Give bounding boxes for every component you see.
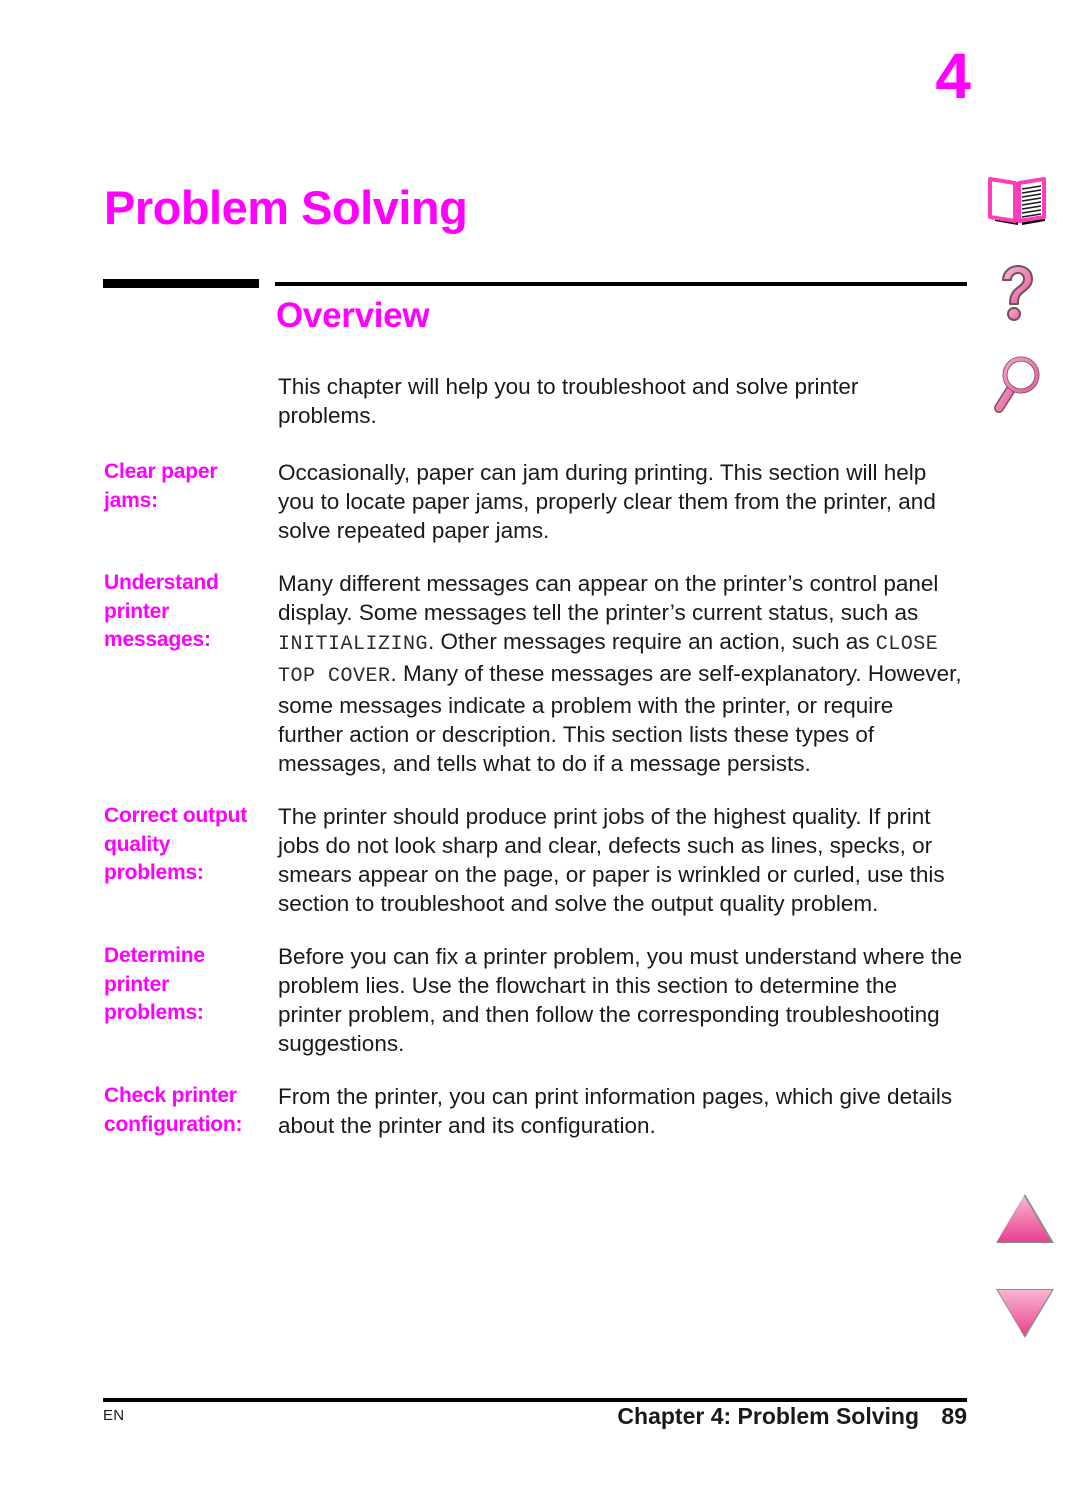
definition-row-clear-paper-jams: Clear paper jams: Occasionally, paper ca…	[104, 458, 964, 545]
definition-term: Determine printer problems:	[104, 944, 205, 1024]
definition-row-check-printer-configuration: Check printer configuration: From the pr…	[104, 1082, 964, 1140]
definition-term: Understand printer messages:	[104, 571, 219, 651]
definition-description: Before you can fix a printer problem, yo…	[278, 944, 963, 1056]
definition-row-correct-output-quality-problems: Correct output quality problems: The pri…	[104, 802, 964, 918]
definition-description: The printer should produce print jobs of…	[278, 804, 945, 916]
open-book-icon[interactable]	[985, 172, 1049, 236]
section-heading: Overview	[276, 296, 430, 335]
definition-description: From the printer, you can print informat…	[278, 1084, 953, 1138]
page-title: Problem Solving	[104, 181, 468, 234]
magnifying-glass-icon[interactable]	[985, 352, 1049, 416]
footer-language: EN	[103, 1407, 125, 1424]
triangle-up-icon[interactable]	[994, 1192, 1056, 1246]
heading-rule-thick	[103, 279, 259, 288]
main-content: This chapter will help you to troublesho…	[104, 372, 964, 1140]
lcd-message-initializing: INITIALIZING	[278, 633, 429, 656]
intro-paragraph: This chapter will help you to troublesho…	[278, 374, 859, 428]
description-segment: . Other messages require an action, such…	[428, 629, 876, 654]
navigation-icon-group	[985, 172, 1065, 442]
footer-rule	[103, 1398, 967, 1402]
definition-term: Clear paper jams:	[104, 460, 218, 512]
footer-chapter-label: Chapter 4: Problem Solving	[617, 1403, 920, 1429]
document-page: 4 Problem Solving Overview This chapter …	[0, 0, 1080, 1495]
chapter-number: 4	[935, 40, 971, 112]
triangle-down-icon[interactable]	[994, 1286, 1056, 1340]
description-segment: Many different messages can appear on th…	[278, 571, 939, 625]
footer-chapter-info: Chapter 4: Problem Solving 89	[467, 1403, 967, 1430]
question-mark-icon[interactable]	[985, 262, 1049, 326]
definition-description: Many different messages can appear on th…	[278, 569, 964, 778]
definition-term: Correct output quality problems:	[104, 804, 248, 884]
page-number: 89	[941, 1403, 967, 1429]
heading-rule-thin	[275, 282, 967, 286]
definition-row-determine-printer-problems: Determine printer problems: Before you c…	[104, 942, 964, 1058]
definition-term: Check printer configuration:	[104, 1084, 243, 1136]
definition-description: Occasionally, paper can jam during print…	[278, 460, 936, 543]
definition-row-understand-printer-messages: Understand printer messages: Many differ…	[104, 569, 964, 778]
